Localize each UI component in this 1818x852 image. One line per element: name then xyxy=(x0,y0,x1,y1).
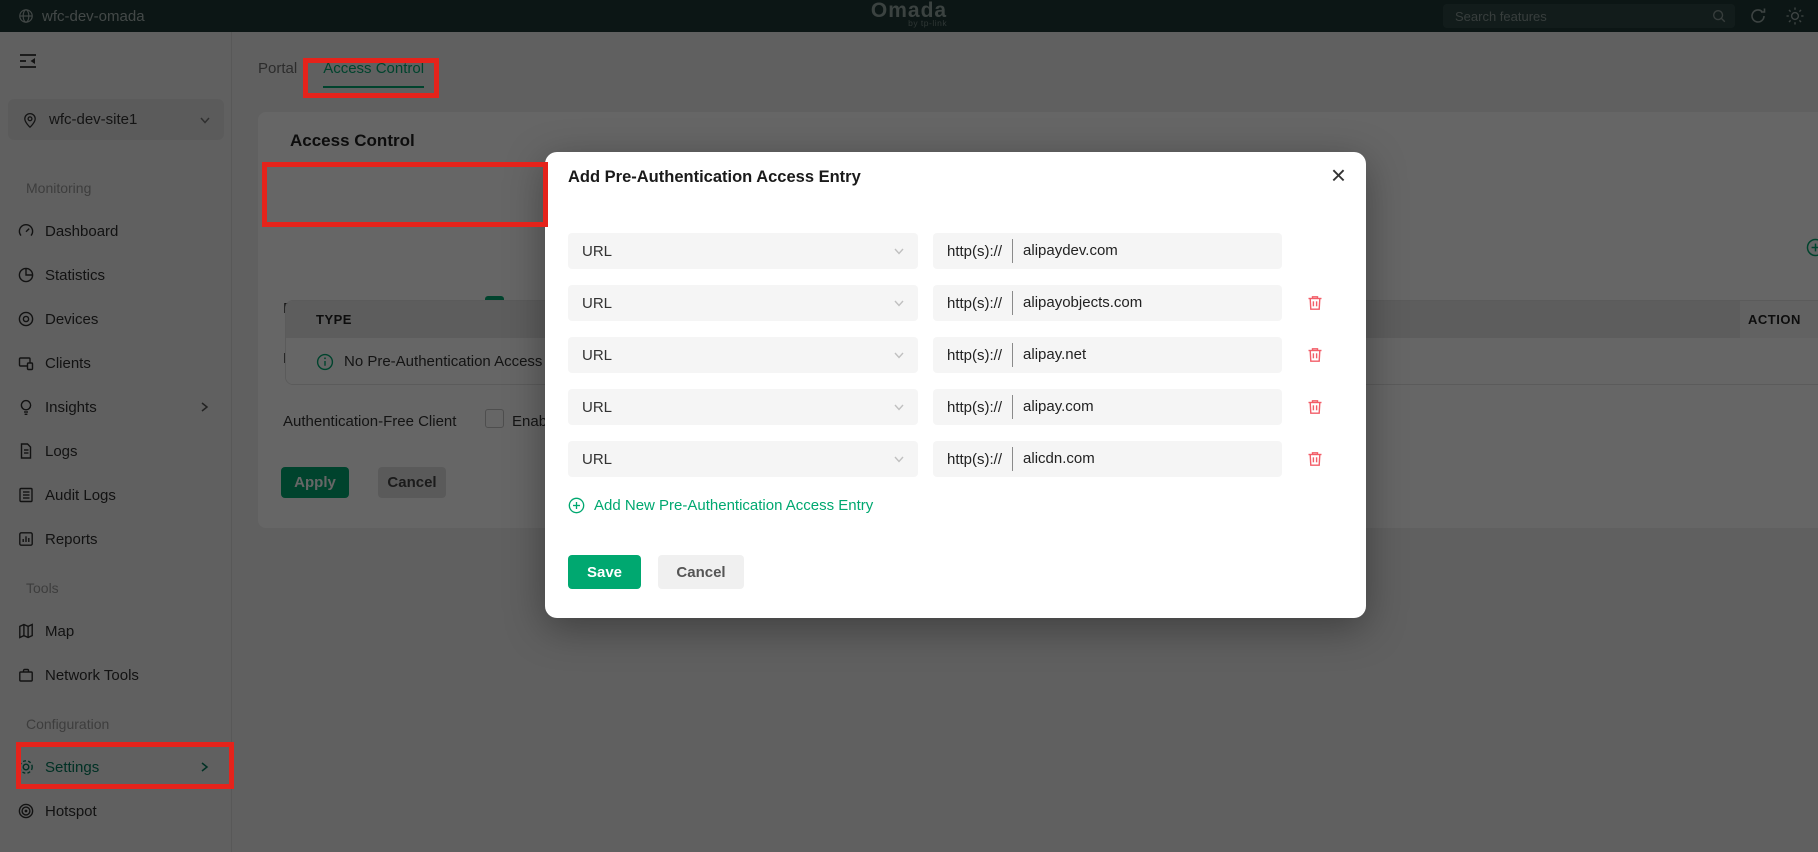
add-new-entry-label: Add New Pre-Authentication Access Entry xyxy=(594,497,874,514)
url-prefix: http(s):// xyxy=(947,450,1003,468)
modal-cancel-button[interactable]: Cancel xyxy=(658,555,744,589)
entry-url-input[interactable]: http(s):// alipay.net xyxy=(933,337,1282,373)
entry-type-value: URL xyxy=(582,346,613,364)
entry-row: URL http(s):// alipayobjects.com xyxy=(545,285,1366,321)
url-prefix: http(s):// xyxy=(947,294,1003,312)
entry-type-value: URL xyxy=(582,398,613,416)
entry-row: URL http(s):// alipay.net xyxy=(545,337,1366,373)
entry-url-input[interactable]: http(s):// alipayobjects.com xyxy=(933,285,1282,321)
entry-url-input[interactable]: http(s):// alipay.com xyxy=(933,389,1282,425)
chevron-down-icon xyxy=(894,456,904,463)
chevron-down-icon xyxy=(894,404,904,411)
delete-entry-trash-icon[interactable] xyxy=(1305,397,1325,417)
delete-entry-trash-icon[interactable] xyxy=(1305,293,1325,313)
entry-type-value: URL xyxy=(582,450,613,468)
chevron-down-icon xyxy=(894,300,904,307)
add-new-entry-link[interactable]: Add New Pre-Authentication Access Entry xyxy=(568,497,873,514)
entry-row: URL http(s):// alipay.com xyxy=(545,389,1366,425)
chevron-down-icon xyxy=(894,248,904,255)
entry-type-select[interactable]: URL xyxy=(568,389,918,425)
url-value: alipaydev.com xyxy=(1012,239,1282,263)
entry-type-select[interactable]: URL xyxy=(568,441,918,477)
url-value: alicdn.com xyxy=(1012,447,1282,471)
url-prefix: http(s):// xyxy=(947,346,1003,364)
url-value: alipay.net xyxy=(1012,343,1282,367)
omada-controller-app: wfc-dev-omada Omada by tp-link Search fe… xyxy=(0,0,1818,852)
entry-row: URL http(s):// alipaydev.com xyxy=(545,233,1366,269)
url-value: alipay.com xyxy=(1012,395,1282,419)
entry-type-select[interactable]: URL xyxy=(568,233,918,269)
plus-circle-icon xyxy=(568,497,585,514)
url-prefix: http(s):// xyxy=(947,242,1003,260)
save-button[interactable]: Save xyxy=(568,555,641,589)
entry-type-select[interactable]: URL xyxy=(568,337,918,373)
add-pre-auth-entry-modal: Add Pre-Authentication Access Entry × UR… xyxy=(545,152,1366,618)
entry-type-value: URL xyxy=(582,242,613,260)
entry-type-select[interactable]: URL xyxy=(568,285,918,321)
modal-title: Add Pre-Authentication Access Entry xyxy=(568,168,861,186)
entry-url-input[interactable]: http(s):// alipaydev.com xyxy=(933,233,1282,269)
entry-url-input[interactable]: http(s):// alicdn.com xyxy=(933,441,1282,477)
entry-type-value: URL xyxy=(582,294,613,312)
entry-row: URL http(s):// alicdn.com xyxy=(545,441,1366,477)
close-icon[interactable]: × xyxy=(1331,160,1346,190)
url-prefix: http(s):// xyxy=(947,398,1003,416)
url-value: alipayobjects.com xyxy=(1012,291,1282,315)
delete-entry-trash-icon[interactable] xyxy=(1305,449,1325,469)
delete-entry-trash-icon[interactable] xyxy=(1305,345,1325,365)
chevron-down-icon xyxy=(894,352,904,359)
